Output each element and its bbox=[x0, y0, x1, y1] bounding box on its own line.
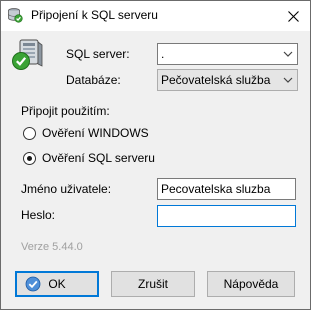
password-label: Heslo: bbox=[21, 208, 56, 222]
username-label: Jméno uživatele: bbox=[21, 182, 112, 196]
close-button[interactable] bbox=[276, 1, 310, 31]
close-icon bbox=[287, 10, 299, 22]
server-value: . bbox=[161, 47, 165, 61]
chevron-down-icon[interactable] bbox=[283, 50, 293, 58]
windows-auth-radio[interactable] bbox=[23, 127, 36, 140]
windows-auth-label[interactable]: Ověření WINDOWS bbox=[42, 126, 149, 140]
database-icon bbox=[7, 7, 23, 23]
help-button[interactable]: Nápověda bbox=[207, 271, 295, 297]
sql-connection-dialog: Připojení k SQL serveru SQL server: . Da… bbox=[0, 0, 311, 310]
server-combobox[interactable]: . bbox=[157, 43, 298, 65]
chevron-down-icon[interactable] bbox=[283, 76, 293, 84]
window-title: Připojení k SQL serveru bbox=[31, 8, 158, 22]
database-combobox[interactable]: Pečovatelská služba bbox=[157, 69, 298, 91]
server-label: SQL server: bbox=[66, 47, 130, 61]
sql-server-connected-icon bbox=[11, 39, 45, 71]
cancel-button-label: Zrušit bbox=[138, 277, 168, 291]
database-value: Pečovatelská služba bbox=[161, 73, 271, 87]
ok-button-label: OK bbox=[48, 277, 66, 291]
title-bar[interactable]: Připojení k SQL serveru bbox=[1, 1, 310, 31]
version-label: Verze 5.44.0 bbox=[21, 241, 83, 253]
username-value: Pecovatelska sluzba bbox=[161, 182, 271, 196]
password-input[interactable] bbox=[157, 205, 296, 227]
connect-using-label: Připojit použitím: bbox=[21, 104, 110, 118]
ok-button[interactable]: OK bbox=[15, 271, 99, 297]
database-label: Databáze: bbox=[66, 73, 121, 87]
sql-auth-label[interactable]: Ověření SQL serveru bbox=[42, 151, 155, 165]
cancel-button[interactable]: Zrušit bbox=[111, 271, 195, 297]
username-input[interactable]: Pecovatelska sluzba bbox=[157, 178, 296, 200]
checkmark-circle-icon bbox=[25, 276, 41, 292]
sql-auth-radio[interactable] bbox=[23, 152, 36, 165]
help-button-label: Nápověda bbox=[223, 277, 279, 291]
